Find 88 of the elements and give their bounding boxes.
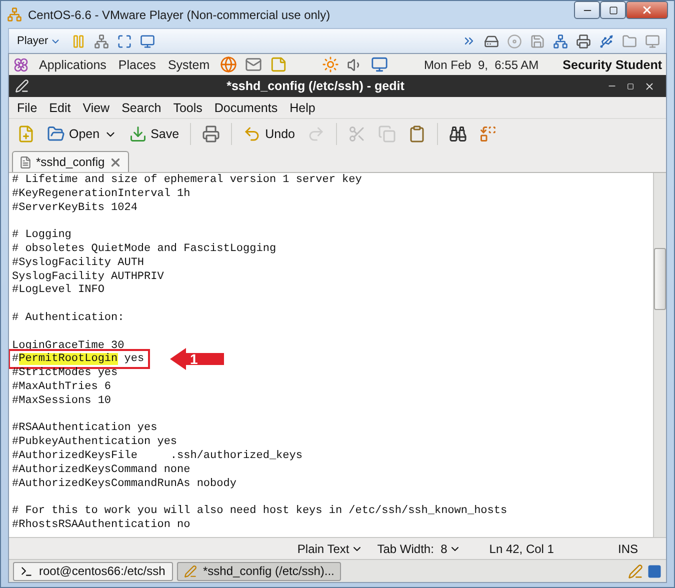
close-button[interactable] bbox=[626, 1, 668, 19]
menu-item[interactable]: Edit bbox=[44, 100, 76, 114]
gedit-title: *sshd_config (/etc/ssh) - gedit bbox=[226, 79, 406, 93]
user-name[interactable]: Security Student bbox=[562, 58, 662, 72]
pencil-icon bbox=[184, 564, 197, 578]
menu-item[interactable]: Search bbox=[116, 100, 166, 114]
undo-icon bbox=[243, 125, 262, 143]
app-icon bbox=[7, 7, 22, 22]
code-line: #LogLevel INFO bbox=[12, 284, 104, 296]
taskbar-button[interactable]: *sshd_config (/etc/ssh)... bbox=[177, 562, 342, 580]
fullscreen-icon[interactable] bbox=[117, 34, 132, 48]
code-line: # Lifetime and size of ephemeral version 1 server key bbox=[12, 174, 362, 186]
menu-item[interactable]: Tools bbox=[168, 100, 208, 114]
flower-icon bbox=[13, 56, 29, 72]
cursor-position: Ln 42, Col 1 bbox=[489, 542, 554, 556]
taskbar-button[interactable]: root@centos66:/etc/ssh bbox=[13, 562, 173, 580]
maximize-button[interactable] bbox=[600, 1, 626, 19]
network-icon[interactable] bbox=[94, 34, 110, 48]
tab-width-dropdown[interactable]: Tab Width: 8 bbox=[377, 542, 462, 556]
code-line: # Logging bbox=[12, 229, 72, 242]
pencil-icon[interactable] bbox=[628, 564, 643, 578]
binoculars-icon bbox=[448, 125, 467, 143]
folder-icon bbox=[47, 125, 65, 143]
copy-icon bbox=[378, 125, 396, 143]
globe-icon[interactable] bbox=[220, 56, 237, 73]
edit-icon bbox=[15, 79, 29, 93]
scissors-icon bbox=[348, 125, 366, 143]
code-line: #KeyRegenerationInterval 1h bbox=[12, 188, 190, 200]
menu-item[interactable]: Documents bbox=[209, 100, 283, 114]
callout-number: 1 bbox=[190, 351, 198, 368]
menu-item[interactable]: File bbox=[12, 100, 42, 114]
code-line: #AuthorizedKeysFile .ssh/authorized_keys bbox=[12, 450, 302, 462]
code-line: SyslogFacility AUTHPRIV bbox=[12, 270, 164, 283]
code-line: #RSAAuthentication yes bbox=[12, 422, 158, 434]
insert-mode: INS bbox=[618, 542, 638, 556]
code-line: #ServerKeyBits 1024 bbox=[12, 202, 138, 214]
hard-drive-icon[interactable] bbox=[484, 34, 499, 48]
printer-icon[interactable] bbox=[576, 34, 591, 48]
terminal-icon bbox=[20, 564, 33, 578]
code-line: LoginGraceTime 30 bbox=[12, 340, 124, 352]
document-tab[interactable]: *sshd_config bbox=[12, 151, 129, 172]
minimize-button[interactable] bbox=[574, 1, 600, 19]
redo-icon bbox=[306, 125, 325, 143]
code-line: #PubkeyAuthentication yes bbox=[12, 436, 178, 448]
code-line: #RhostsRSAAuthentication no bbox=[12, 518, 190, 531]
player-menu[interactable]: Player bbox=[15, 35, 64, 47]
code-line: # For this to work you will also need host keys in /etc/ssh/ssh_known_hosts bbox=[12, 505, 508, 518]
monitor-icon[interactable] bbox=[371, 56, 388, 73]
maximize-icon bbox=[608, 6, 618, 14]
code-line: # obsoletes QuietMode and FascistLogging bbox=[12, 242, 276, 255]
undo-button[interactable]: Undo bbox=[239, 123, 299, 145]
scrollbar[interactable] bbox=[653, 173, 666, 537]
code-line: #MaxSessions 10 bbox=[12, 394, 112, 407]
close-icon bbox=[641, 4, 653, 16]
window-title: CentOS-6.6 - VMware Player (Non-commercial use only) bbox=[28, 8, 332, 22]
download-icon bbox=[128, 125, 147, 143]
arrow-icon bbox=[170, 348, 224, 370]
document-icon bbox=[19, 156, 32, 168]
new-file-icon bbox=[17, 125, 35, 143]
sun-icon[interactable] bbox=[322, 56, 340, 73]
clipboard-icon bbox=[408, 125, 426, 143]
panel-menu[interactable]: Applications bbox=[37, 58, 108, 72]
save-button[interactable]: Save bbox=[124, 123, 184, 145]
close-icon bbox=[644, 80, 655, 92]
close-icon[interactable] bbox=[108, 156, 122, 168]
network-adapter-icon[interactable] bbox=[553, 34, 568, 48]
panel-menu[interactable]: System bbox=[166, 58, 212, 72]
code-line: #AuthorizedKeysCommand none bbox=[12, 464, 190, 476]
floppy-icon[interactable] bbox=[530, 34, 545, 48]
replace-icon bbox=[478, 125, 497, 143]
monitor-icon[interactable] bbox=[140, 34, 156, 48]
code-line: # Authentication: bbox=[12, 312, 124, 324]
language-dropdown[interactable]: Plain Text bbox=[297, 542, 364, 556]
code-line: #AuthorizedKeysCommandRunAs nobody bbox=[12, 478, 236, 490]
menu-item[interactable]: Help bbox=[284, 100, 320, 114]
usb-icon[interactable] bbox=[599, 34, 614, 48]
panel-menu[interactable]: Places bbox=[116, 58, 158, 72]
maximize-icon bbox=[627, 82, 634, 90]
clock[interactable]: Mon Feb 9, 6:55 AM bbox=[424, 58, 539, 72]
mail-icon[interactable] bbox=[244, 56, 262, 73]
monitor-icon[interactable] bbox=[645, 34, 660, 48]
open-button[interactable]: Open bbox=[43, 123, 121, 145]
code-line: #SyslogFacility AUTH bbox=[12, 256, 144, 269]
menu-item[interactable]: View bbox=[78, 100, 115, 114]
code-line: #StrictModes yes bbox=[12, 367, 118, 380]
printer-icon bbox=[202, 125, 220, 143]
folder-icon[interactable] bbox=[622, 34, 637, 48]
code-line: #MaxAuthTries 6 bbox=[12, 380, 112, 393]
